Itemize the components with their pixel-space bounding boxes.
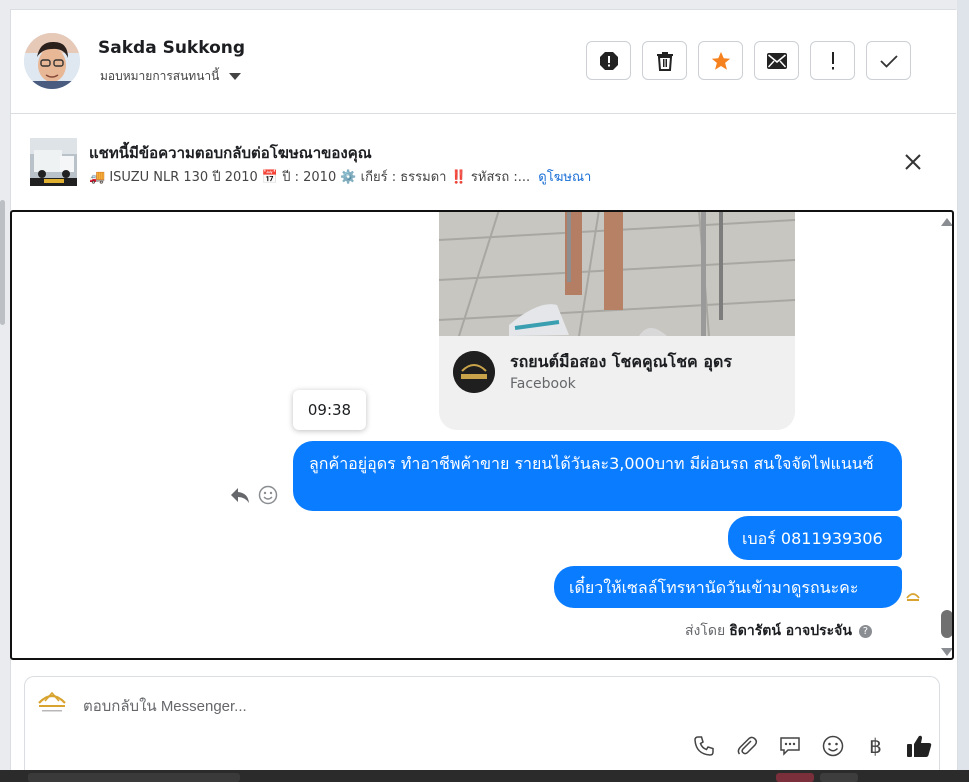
shared-post-info: รถยนต์มือสอง โชคคูณโชค อุดร Facebook <box>439 336 795 430</box>
avatar[interactable] <box>24 33 80 89</box>
follow-up-button[interactable] <box>810 41 855 80</box>
window-edge <box>957 0 969 782</box>
star-icon <box>711 51 730 70</box>
message-timestamp: 09:38 <box>293 390 366 430</box>
taskbar-app[interactable] <box>776 773 814 782</box>
important-icon <box>831 51 834 69</box>
page-avatar <box>35 687 69 715</box>
page-source: Facebook <box>510 376 576 392</box>
message-reactions <box>230 485 278 505</box>
close-banner-button[interactable] <box>903 152 923 172</box>
attach-button[interactable] <box>732 733 761 759</box>
view-ad-link[interactable]: ดูโฆษณา <box>538 170 591 185</box>
spam-icon <box>599 51 618 70</box>
scroll-down-arrow[interactable] <box>941 648 952 656</box>
chevron-down-icon <box>229 73 242 80</box>
taskbar-search[interactable] <box>28 773 240 782</box>
ad-details: 🚚 ISUZU NLR 130 ปี 2010 📅 ปี : 2010 ⚙️ เ… <box>89 166 591 187</box>
check-icon <box>879 54 898 68</box>
composer-tools: ฿ <box>689 733 933 759</box>
payment-button[interactable]: ฿ <box>861 733 890 759</box>
delete-button[interactable] <box>642 41 687 80</box>
ad-reply-title: แชทนี้มีข้อความตอบกลับต่อโฆษณาของคุณ <box>89 144 372 162</box>
assign-label: มอบหมายการสนทนานี้ <box>100 69 220 83</box>
left-scroll-handle[interactable] <box>0 200 5 325</box>
baht-icon: ฿ <box>869 734 882 758</box>
reply-input[interactable] <box>81 693 685 719</box>
ad-thumbnail[interactable] <box>30 138 77 186</box>
mail-icon <box>766 52 787 69</box>
conversation-actions <box>586 41 911 80</box>
emoji-react-icon[interactable] <box>258 485 278 505</box>
attachment-icon <box>737 736 757 755</box>
scroll-up-arrow[interactable] <box>941 218 952 226</box>
page-logo <box>453 351 495 393</box>
mark-spam-button[interactable] <box>586 41 631 80</box>
scrollbar-thumb[interactable] <box>941 610 952 638</box>
assign-conversation-dropdown[interactable]: มอบหมายการสนทนานี้ <box>100 67 242 86</box>
shared-post-image <box>439 212 795 336</box>
close-icon <box>905 154 921 170</box>
page-name: รถยนต์มือสอง โชคคูณโชค อุดร <box>510 352 732 371</box>
shared-post-card[interactable]: รถยนต์มือสอง โชคคูณโชค อุดร Facebook <box>439 212 795 430</box>
emoji-icon <box>822 735 843 757</box>
mark-done-button[interactable] <box>866 41 911 80</box>
mark-unread-button[interactable] <box>754 41 799 80</box>
contact-name[interactable]: Sakda Sukkong <box>98 38 245 58</box>
call-button[interactable] <box>689 733 718 759</box>
emoji-button[interactable] <box>818 733 847 759</box>
trash-icon <box>656 51 673 71</box>
help-icon[interactable]: ? <box>858 624 872 638</box>
star-button[interactable] <box>698 41 743 80</box>
sent-by: ส่งโดย ธิดารัตน์ อาจประจัน ? <box>685 620 872 642</box>
phone-icon <box>693 736 714 756</box>
taskbar-app[interactable] <box>820 773 858 782</box>
message-bubble[interactable]: ลูกค้าอยู่อุดร ทำอาชีพค้าขาย รายนได้วันล… <box>293 441 902 511</box>
message-thread[interactable]: รถยนต์มือสอง โชคคูณโชค อุดร Facebook 09:… <box>10 210 954 660</box>
sent-by-prefix: ส่งโดย <box>685 623 726 639</box>
reply-icon[interactable] <box>230 486 250 504</box>
message-bubble[interactable]: เบอร์ 0811939306 <box>728 516 902 560</box>
reply-composer: ฿ <box>24 676 940 772</box>
like-button[interactable] <box>904 733 933 759</box>
divider <box>10 113 956 114</box>
ad-details-text: 🚚 ISUZU NLR 130 ปี 2010 📅 ปี : 2010 ⚙️ เ… <box>89 170 531 185</box>
saved-reply-icon <box>779 737 800 756</box>
os-taskbar <box>0 770 969 782</box>
seen-avatar <box>905 588 921 604</box>
saved-replies-button[interactable] <box>775 733 804 759</box>
sent-by-name: ธิดารัตน์ อาจประจัน <box>729 623 852 639</box>
message-bubble[interactable]: เดี๋ยวให้เซลล์โทรหานัดวันเข้ามาดูรถนะคะ <box>554 566 902 608</box>
like-icon <box>906 735 931 757</box>
